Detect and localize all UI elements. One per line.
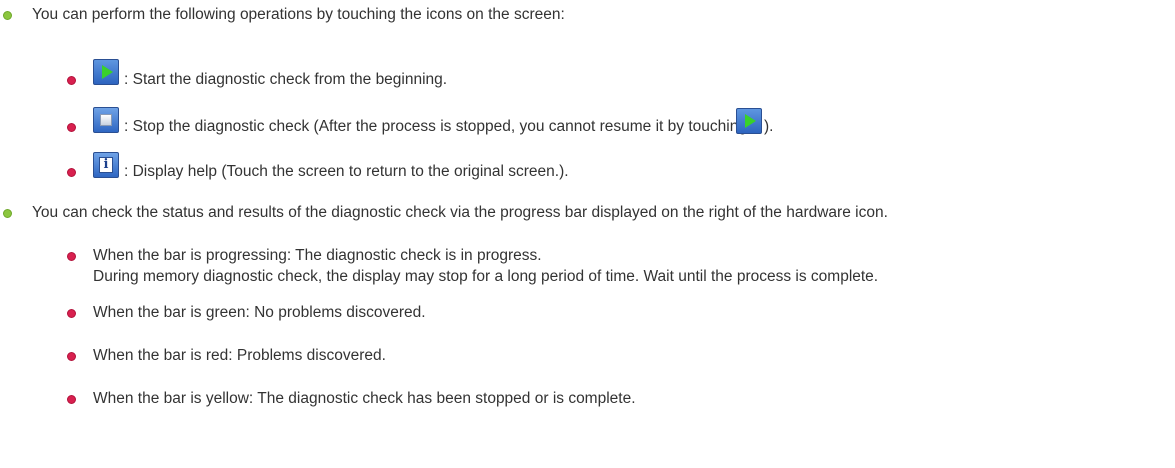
- bullet-red: [67, 123, 76, 132]
- stop-description: : Stop the diagnostic check (After the p…: [124, 117, 747, 137]
- bullet-red: [67, 252, 76, 261]
- bullet-green: [3, 11, 12, 20]
- play-description-text: : Start the diagnostic check from the be…: [124, 71, 448, 88]
- yellow-text: When the bar is yellow: The diagnostic c…: [93, 390, 636, 407]
- bullet-red: [67, 76, 76, 85]
- operations-intro-text: You can perform the following operations…: [32, 6, 565, 23]
- bullet-green: [3, 209, 12, 218]
- bullet-red: [67, 395, 76, 404]
- progress-intro: You can check the status and results of …: [32, 203, 888, 223]
- info-description: : Display help (Touch the screen to retu…: [124, 162, 569, 182]
- bullet-red: [67, 168, 76, 177]
- progress-intro-text: You can check the status and results of …: [32, 204, 888, 221]
- red-line: When the bar is red: Problems discovered…: [93, 346, 386, 366]
- stop-description-end: ).: [764, 117, 773, 137]
- play-icon: [736, 108, 762, 134]
- memory-note-text: During memory diagnostic check, the disp…: [93, 268, 879, 285]
- operations-intro: You can perform the following operations…: [32, 5, 565, 25]
- red-text: When the bar is red: Problems discovered…: [93, 347, 386, 364]
- stop-description-end-text: ).: [764, 118, 774, 135]
- stop-description-text: : Stop the diagnostic check (After the p…: [124, 118, 747, 135]
- progressing-line: When the bar is progressing: The diagnos…: [93, 246, 542, 266]
- yellow-line: When the bar is yellow: The diagnostic c…: [93, 389, 636, 409]
- info-description-text: : Display help (Touch the screen to retu…: [124, 163, 569, 180]
- memory-note: During memory diagnostic check, the disp…: [93, 267, 878, 287]
- green-text: When the bar is green: No problems disco…: [93, 304, 426, 321]
- stop-icon: [93, 107, 119, 133]
- play-description: : Start the diagnostic check from the be…: [124, 70, 447, 90]
- bullet-red: [67, 352, 76, 361]
- progressing-text: When the bar is progressing: The diagnos…: [93, 247, 542, 264]
- info-icon: i: [93, 152, 119, 178]
- bullet-red: [67, 309, 76, 318]
- play-icon: [93, 59, 119, 85]
- green-line: When the bar is green: No problems disco…: [93, 303, 426, 323]
- info-glyph: i: [99, 157, 113, 173]
